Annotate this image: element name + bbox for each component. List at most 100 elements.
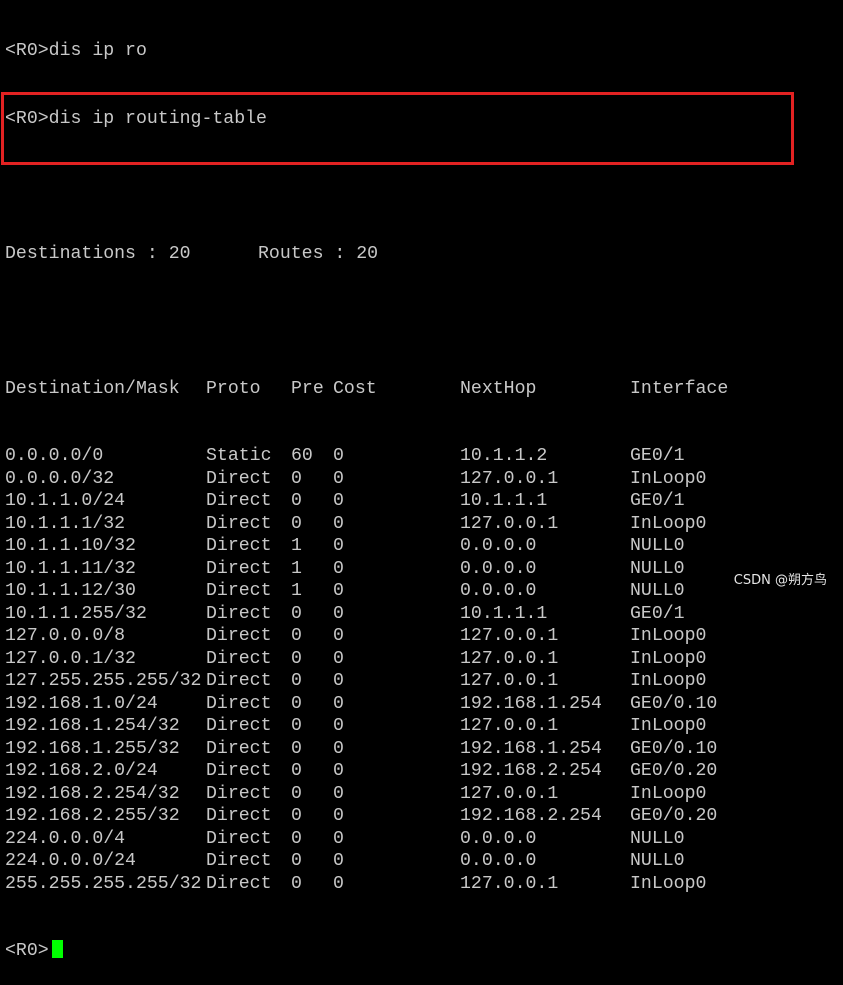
cell-interface: InLoop0 — [630, 716, 707, 736]
table-row: 255.255.255.255/32 Direct 0 0 127.0.0.1 InLoo… — [5, 873, 843, 896]
cell-nexthop: 10.1.1.1 — [460, 603, 548, 624]
terminal-window[interactable]: <R0>dis ip ro <R0>dis ip routing-table D… — [5, 0, 843, 961]
cell-proto: Direct — [206, 806, 272, 826]
cell-proto: Direct — [206, 716, 272, 736]
routing-table-body: 0.0.0.0/0 Static 60 0 10.1.1.2 GE0/1 0.0.0.0/3… — [5, 445, 843, 895]
cell-interface: NULL0 — [630, 581, 685, 601]
prompt-line[interactable]: <R0> — [5, 940, 843, 963]
cell-interface: GE0/1 — [630, 446, 685, 466]
cell-interface: NULL0 — [630, 828, 685, 849]
cell-proto: Direct — [206, 671, 272, 691]
table-row: 127.0.0.0/8 Direct 0 0 127.0.0.1 InLoop0 — [5, 625, 843, 648]
cell-nexthop: 0.0.0.0 — [460, 581, 537, 601]
cell-cost: 0 — [333, 536, 344, 556]
cell-nexthop: 127.0.0.1 — [460, 716, 559, 736]
cell-destination: 10.1.1.12/30 — [5, 581, 136, 601]
cell-pre: 0 — [291, 716, 302, 736]
cell-nexthop: 10.1.1.2 — [460, 446, 548, 466]
cell-destination: 192.168.1.0/24 — [5, 693, 158, 714]
cell-cost: 0 — [333, 783, 344, 804]
cell-pre: 0 — [291, 693, 302, 714]
command-text: <R0>dis ip routing-table — [5, 108, 267, 129]
cell-pre: 1 — [291, 536, 302, 556]
table-row: 192.168.2.255/32 Direct 0 0 192.168.2.254 GE0… — [5, 805, 843, 828]
summary-line: Destinations : 20 Routes : 20 — [5, 243, 843, 266]
cell-cost: 0 — [333, 468, 344, 489]
table-row: 0.0.0.0/0 Static 60 0 10.1.1.2 GE0/1 — [5, 445, 843, 468]
cell-nexthop: 127.0.0.1 — [460, 468, 559, 489]
cell-cost: 0 — [333, 851, 344, 871]
cell-interface: InLoop0 — [630, 671, 707, 691]
table-row: 224.0.0.0/24 Direct 0 0 0.0.0.0 NULL0 — [5, 850, 843, 873]
cell-pre: 1 — [291, 581, 302, 601]
cell-destination: 192.168.2.254/32 — [5, 783, 180, 804]
cell-destination: 192.168.2.0/24 — [5, 761, 158, 781]
cell-destination: 192.168.1.255/32 — [5, 738, 180, 759]
header-destination: Destination/Mask — [5, 378, 180, 399]
cell-pre: 0 — [291, 873, 302, 894]
cell-proto: Direct — [206, 873, 272, 894]
header-proto: Proto — [206, 378, 261, 399]
cell-destination: 10.1.1.255/32 — [5, 603, 147, 624]
cell-pre: 0 — [291, 828, 302, 849]
cell-proto: Direct — [206, 626, 272, 646]
cell-destination: 192.168.2.255/32 — [5, 806, 180, 826]
cell-pre: 0 — [291, 468, 302, 489]
cell-interface: NULL0 — [630, 851, 685, 871]
cell-pre: 1 — [291, 558, 302, 579]
cell-pre: 0 — [291, 671, 302, 691]
cell-cost: 0 — [333, 671, 344, 691]
cell-proto: Direct — [206, 738, 272, 759]
cell-cost: 0 — [333, 626, 344, 646]
cell-proto: Direct — [206, 828, 272, 849]
cell-nexthop: 127.0.0.1 — [460, 873, 559, 894]
routes-count: Routes : 20 — [258, 243, 379, 264]
cell-nexthop: 192.168.2.254 — [460, 806, 602, 826]
table-row: 127.0.0.1/32 Direct 0 0 127.0.0.1 InLoop0 — [5, 648, 843, 671]
destinations-count: Destinations : 20 — [5, 243, 191, 264]
cell-interface: GE0/1 — [630, 603, 685, 624]
cell-proto: Direct — [206, 648, 272, 669]
cell-pre: 60 — [291, 446, 313, 466]
cell-destination: 0.0.0.0/32 — [5, 468, 115, 489]
table-row: 224.0.0.0/4 Direct 0 0 0.0.0.0 NULL0 — [5, 828, 843, 851]
cell-interface: GE0/0.10 — [630, 738, 718, 759]
cell-destination: 192.168.1.254/32 — [5, 716, 180, 736]
cell-cost: 0 — [333, 491, 344, 511]
cell-pre: 0 — [291, 626, 302, 646]
cell-cost: 0 — [333, 558, 344, 579]
cell-nexthop: 127.0.0.1 — [460, 648, 559, 669]
cell-pre: 0 — [291, 851, 302, 871]
cell-pre: 0 — [291, 783, 302, 804]
cell-interface: GE0/1 — [630, 491, 685, 511]
cell-interface: InLoop0 — [630, 513, 707, 534]
cell-interface: GE0/0.20 — [630, 806, 718, 826]
cell-nexthop: 0.0.0.0 — [460, 828, 537, 849]
cell-destination: 127.0.0.0/8 — [5, 626, 126, 646]
cell-nexthop: 127.0.0.1 — [460, 671, 559, 691]
cell-interface: GE0/0.20 — [630, 761, 718, 781]
table-row: 0.0.0.0/32 Direct 0 0 127.0.0.1 InLoop0 — [5, 468, 843, 491]
cell-cost: 0 — [333, 761, 344, 781]
cell-proto: Direct — [206, 513, 272, 534]
table-row: 192.168.1.254/32 Direct 0 0 127.0.0.1 InLoop0 — [5, 715, 843, 738]
cell-proto: Direct — [206, 851, 272, 871]
cell-pre: 0 — [291, 603, 302, 624]
cell-pre: 0 — [291, 648, 302, 669]
cell-nexthop: 0.0.0.0 — [460, 536, 537, 556]
cell-cost: 0 — [333, 873, 344, 894]
table-row: 10.1.1.12/30 Direct 1 0 0.0.0.0 NULL0 — [5, 580, 843, 603]
table-row: 192.168.1.0/24 Direct 0 0 192.168.1.254 GE0/0… — [5, 693, 843, 716]
cell-proto: Direct — [206, 603, 272, 624]
command-line: <R0>dis ip routing-table — [5, 108, 843, 131]
header-nexthop: NextHop — [460, 378, 537, 399]
cell-destination: 10.1.1.10/32 — [5, 536, 136, 556]
cell-interface: InLoop0 — [630, 468, 707, 489]
text-cursor — [51, 940, 63, 958]
header-cost: Cost — [333, 378, 377, 399]
cell-cost: 0 — [333, 716, 344, 736]
cell-interface: InLoop0 — [630, 626, 707, 646]
cell-nexthop: 192.168.1.254 — [460, 738, 602, 759]
cell-destination: 255.255.255.255/32 — [5, 873, 202, 894]
